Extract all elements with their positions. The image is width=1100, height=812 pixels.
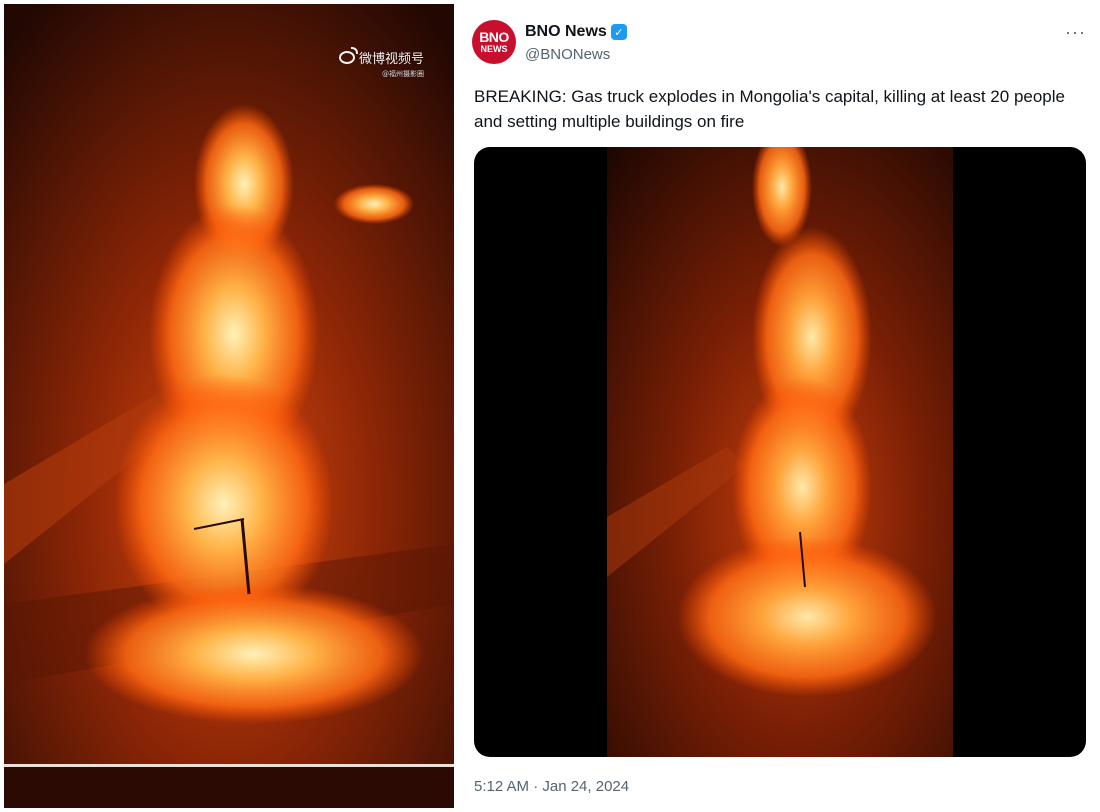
fire-scene-video-thumbnail <box>607 147 953 757</box>
video-watermark: 微博视频号 @福州摄影圈 <box>338 47 424 79</box>
avatar-logo-subtext: NEWS <box>480 44 508 54</box>
verified-badge-icon: ✓ <box>610 24 627 40</box>
user-handle[interactable]: @BNONews <box>525 46 610 63</box>
more-options-icon[interactable]: ··· <box>1065 22 1086 43</box>
fire-scene-image <box>4 4 454 808</box>
tweet-card: BNO NEWS BNO News ✓ @BNONews ··· BREAKIN… <box>458 0 1100 812</box>
watermark-title: 微博视频号 <box>358 52 424 67</box>
weibo-logo-icon <box>338 47 358 64</box>
avatar[interactable]: BNO NEWS <box>472 20 516 64</box>
tweet-video-frame <box>607 147 953 757</box>
tweet-text: BREAKING: Gas truck explodes in Mongolia… <box>474 87 1065 131</box>
watermark-subtitle: @福州摄影圈 <box>382 70 424 78</box>
author-name-row: BNO News ✓ <box>525 23 627 41</box>
tweet-video[interactable] <box>474 147 1086 757</box>
video-progress-bar[interactable] <box>4 764 454 767</box>
tweet-timestamp[interactable]: 5:12 AM · Jan 24, 2024 <box>474 778 629 795</box>
avatar-logo-text: BNO <box>479 29 509 45</box>
left-video-frame: 微博视频号 @福州摄影圈 <box>4 4 454 808</box>
display-name[interactable]: BNO News <box>525 23 607 41</box>
